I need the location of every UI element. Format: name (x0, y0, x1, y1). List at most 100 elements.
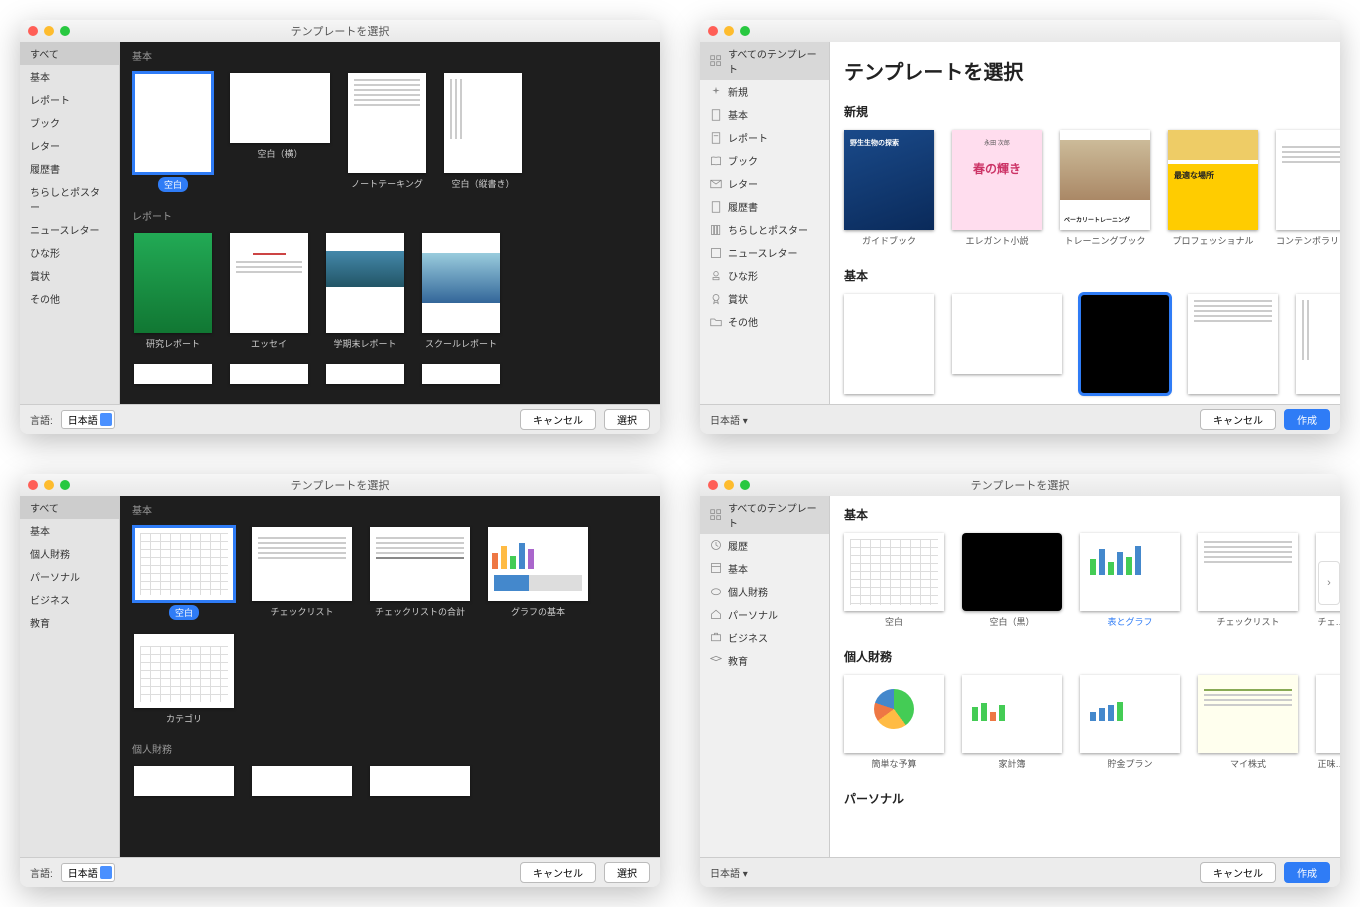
template-research[interactable] (134, 233, 212, 333)
template-partial[interactable] (134, 766, 234, 796)
sidebar-item-finance[interactable]: 個人財務 (20, 542, 119, 565)
sidebar-item-resume[interactable]: 履歴書 (20, 157, 119, 180)
template-category[interactable] (134, 634, 234, 708)
create-button[interactable]: 作成 (1284, 862, 1330, 883)
sidebar-item-stationery[interactable]: ひな形 (700, 264, 829, 287)
sidebar-item-certificate[interactable]: 賞状 (20, 264, 119, 287)
cancel-button[interactable]: キャンセル (520, 862, 596, 883)
sidebar-item-business[interactable]: ビジネス (700, 626, 829, 649)
template-professional[interactable]: 最適な場所 (1168, 130, 1258, 230)
template-partial[interactable] (422, 364, 500, 384)
sidebar-item-education[interactable]: 教育 (20, 611, 119, 634)
template-notetaking[interactable] (1188, 294, 1278, 394)
sidebar-item-basic[interactable]: 基本 (700, 557, 829, 580)
template-budget[interactable] (844, 675, 944, 753)
sidebar-item-resume[interactable]: 履歴書 (700, 195, 829, 218)
template-school[interactable] (422, 233, 500, 333)
sidebar-item-certificate[interactable]: 賞状 (700, 287, 829, 310)
language-select[interactable]: 日本語 ▾ (710, 865, 748, 880)
sidebar-item-letter[interactable]: レター (700, 172, 829, 195)
template-guidebook[interactable]: 野生生物の探索 (844, 130, 934, 230)
sidebar-item-other[interactable]: その他 (20, 287, 119, 310)
envelope-icon (710, 178, 722, 190)
sidebar-item-newsletter[interactable]: ニュースレター (700, 241, 829, 264)
template-training[interactable]: ベーカリートレーニング (1060, 130, 1150, 230)
book-icon (710, 155, 722, 167)
footer: 日本語 ▾ キャンセル 作成 (700, 404, 1340, 434)
template-blank[interactable] (844, 533, 944, 611)
cancel-button[interactable]: キャンセル (1200, 409, 1276, 430)
sidebar-item-history[interactable]: 履歴 (700, 534, 829, 557)
language-select[interactable]: 日本語 (61, 410, 115, 429)
sidebar-item-new[interactable]: 新規 (700, 80, 829, 103)
sidebar-item-report[interactable]: レポート (700, 126, 829, 149)
template-grid: テンプレートを選択 新規 野生生物の探索ガイドブック 春の輝き永田 次郎エレガン… (830, 42, 1340, 404)
sidebar-item-report[interactable]: レポート (20, 88, 119, 111)
template-checklist[interactable] (252, 527, 352, 601)
scroll-right-icon[interactable]: › (1318, 561, 1340, 605)
sidebar-item-letter[interactable]: レター (20, 134, 119, 157)
cancel-button[interactable]: キャンセル (520, 409, 596, 430)
page-heading: テンプレートを選択 (830, 42, 1340, 93)
sidebar-item-basic[interactable]: 基本 (20, 519, 119, 542)
template-blank[interactable] (134, 527, 234, 601)
template-partial[interactable] (370, 766, 470, 796)
sidebar: すべてのテンプレート 新規 基本 レポート ブック レター 履歴書 ちらしとポス… (700, 42, 830, 404)
sidebar-item-personal[interactable]: パーソナル (700, 603, 829, 626)
sidebar-item-all-templates[interactable]: すべてのテンプレート (700, 496, 829, 534)
close-icon[interactable] (708, 26, 718, 36)
template-term[interactable] (326, 233, 404, 333)
cancel-button[interactable]: キャンセル (1200, 862, 1276, 883)
sidebar-item-flyer[interactable]: ちらしとポスター (700, 218, 829, 241)
template-blank-landscape[interactable] (230, 73, 330, 143)
template-partial[interactable] (326, 364, 404, 384)
template-essay[interactable] (230, 233, 308, 333)
template-blank-dark[interactable] (1080, 294, 1170, 394)
template-charts[interactable] (488, 527, 588, 601)
template-checklist[interactable] (1198, 533, 1298, 611)
template-partial[interactable] (1316, 675, 1340, 753)
template-savings[interactable] (1080, 675, 1180, 753)
create-button[interactable]: 作成 (1284, 409, 1330, 430)
zoom-icon[interactable] (740, 26, 750, 36)
template-partial[interactable] (252, 766, 352, 796)
language-select[interactable]: 日本語 (61, 863, 115, 882)
sidebar-item-all-templates[interactable]: すべてのテンプレート (700, 42, 829, 80)
select-button[interactable]: 選択 (604, 862, 650, 883)
template-notetaking[interactable] (348, 73, 426, 173)
template-household[interactable] (962, 675, 1062, 753)
template-blank-black[interactable] (962, 533, 1062, 611)
template-blank-landscape[interactable] (952, 294, 1062, 374)
sidebar-item-business[interactable]: ビジネス (20, 588, 119, 611)
template-blank-vertical[interactable] (444, 73, 522, 173)
sidebar-item-all[interactable]: すべて (20, 42, 119, 65)
sidebar-item-newsletter[interactable]: ニュースレター (20, 218, 119, 241)
sidebar-item-education[interactable]: 教育 (700, 649, 829, 672)
template-stocks[interactable] (1198, 675, 1298, 753)
sidebar-item-basic[interactable]: 基本 (20, 65, 119, 88)
sidebar-item-book[interactable]: ブック (20, 111, 119, 134)
sidebar-item-flyer[interactable]: ちらしとポスター (20, 180, 119, 218)
template-vertical[interactable] (1296, 294, 1340, 394)
template-blank[interactable] (134, 73, 212, 173)
sidebar-item-all[interactable]: すべて (20, 496, 119, 519)
template-novel[interactable]: 春の輝き永田 次郎 (952, 130, 1042, 230)
template-partial[interactable] (230, 364, 308, 384)
sidebar-item-other[interactable]: その他 (700, 310, 829, 333)
footer: 言語: 日本語 キャンセル 選択 (20, 857, 660, 887)
select-button[interactable]: 選択 (604, 409, 650, 430)
sidebar-item-personal[interactable]: パーソナル (20, 565, 119, 588)
template-checklist-total[interactable] (370, 527, 470, 601)
template-contemporary[interactable] (1276, 130, 1340, 230)
minimize-icon[interactable] (724, 26, 734, 36)
template-blank[interactable] (844, 294, 934, 394)
window-numbers-dark: テンプレートを選択 すべて 基本 個人財務 パーソナル ビジネス 教育 基本 空… (20, 474, 660, 888)
sidebar-item-book[interactable]: ブック (700, 149, 829, 172)
template-table-chart[interactable] (1080, 533, 1180, 611)
template-partial[interactable] (134, 364, 212, 384)
sidebar-item-stationery[interactable]: ひな形 (20, 241, 119, 264)
sidebar-item-basic[interactable]: 基本 (700, 103, 829, 126)
language-select[interactable]: 日本語 ▾ (710, 412, 748, 427)
sidebar-item-finance[interactable]: 個人財務 (700, 580, 829, 603)
section-header: 基本 (830, 496, 1340, 529)
